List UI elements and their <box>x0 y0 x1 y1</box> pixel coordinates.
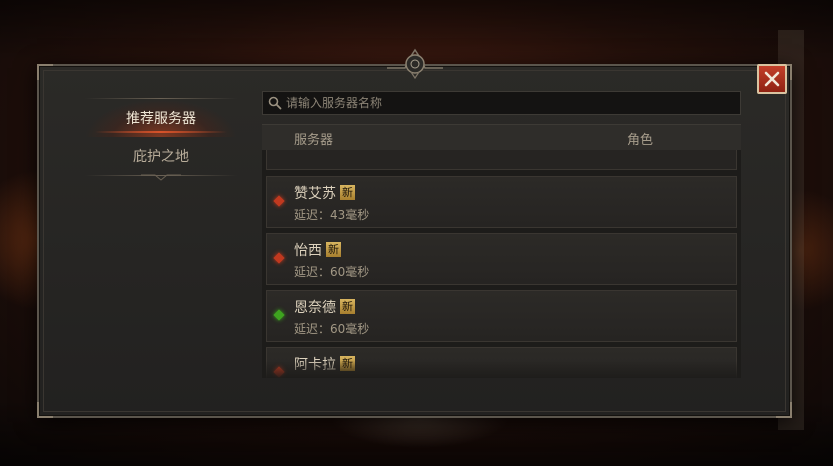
status-gem-icon <box>273 252 285 264</box>
server-name-cell: 阿卡拉新 <box>294 354 355 374</box>
background-glow <box>330 418 510 448</box>
frame-corner <box>37 64 53 80</box>
frame-corner <box>37 402 53 418</box>
server-name: 怡西 <box>294 243 322 259</box>
server-row[interactable]: 赞艾苏新 延迟：43毫秒 <box>266 176 737 228</box>
new-badge: 新 <box>326 242 341 257</box>
ornament-icon <box>141 174 181 181</box>
server-row-ghost-text <box>294 150 298 163</box>
server-latency: 延迟：60毫秒 <box>294 265 370 279</box>
sidebar-item-sanctuary[interactable]: 庇护之地 <box>85 137 237 175</box>
new-badge: 新 <box>340 185 355 200</box>
server-row[interactable]: 怡西新 延迟：60毫秒 <box>266 233 737 285</box>
status-gem-icon <box>273 195 285 207</box>
status-gem-icon <box>273 366 285 378</box>
column-header-role: 角色 <box>627 133 654 148</box>
new-badge: 新 <box>340 299 355 314</box>
sidebar-item-label: 庇护之地 <box>133 149 189 165</box>
search-icon <box>268 96 282 110</box>
server-latency: 延迟：43毫秒 <box>294 208 370 222</box>
server-name: 恩奈德 <box>294 300 336 316</box>
server-name-cell: 恩奈德新 <box>294 297 355 317</box>
server-latency: 延迟：60毫秒 <box>294 322 370 336</box>
close-button[interactable] <box>757 64 787 94</box>
column-header-server: 服务器 <box>294 133 334 148</box>
server-name-cell: 怡西新 <box>294 240 341 260</box>
sidebar-ornament <box>85 174 237 182</box>
status-gem-icon <box>273 309 285 321</box>
server-row[interactable]: 恩奈德新 延迟：60毫秒 <box>266 290 737 342</box>
server-name-cell: 赞艾苏新 <box>294 183 355 203</box>
server-search-bar[interactable] <box>262 91 741 115</box>
search-input[interactable] <box>282 95 740 111</box>
crest-ornament-icon <box>387 48 443 80</box>
server-category-sidebar: 推荐服务器 庇护之地 <box>85 98 237 182</box>
frame-corner <box>776 402 792 418</box>
server-name: 阿卡拉 <box>294 357 336 373</box>
server-row[interactable]: 阿卡拉新 <box>266 347 737 378</box>
server-name: 赞艾苏 <box>294 186 336 202</box>
sidebar-item-recommended[interactable]: 推荐服务器 <box>85 99 237 137</box>
new-badge: 新 <box>340 356 355 371</box>
sidebar-item-label: 推荐服务器 <box>126 111 196 127</box>
server-row-partial <box>266 150 737 170</box>
server-list-header: 服务器 角色 <box>262 124 741 152</box>
server-list[interactable]: 赞艾苏新 延迟：43毫秒 怡西新 延迟：60毫秒 恩奈德新 延迟：60毫秒 阿卡… <box>262 150 741 378</box>
close-icon <box>764 71 780 87</box>
